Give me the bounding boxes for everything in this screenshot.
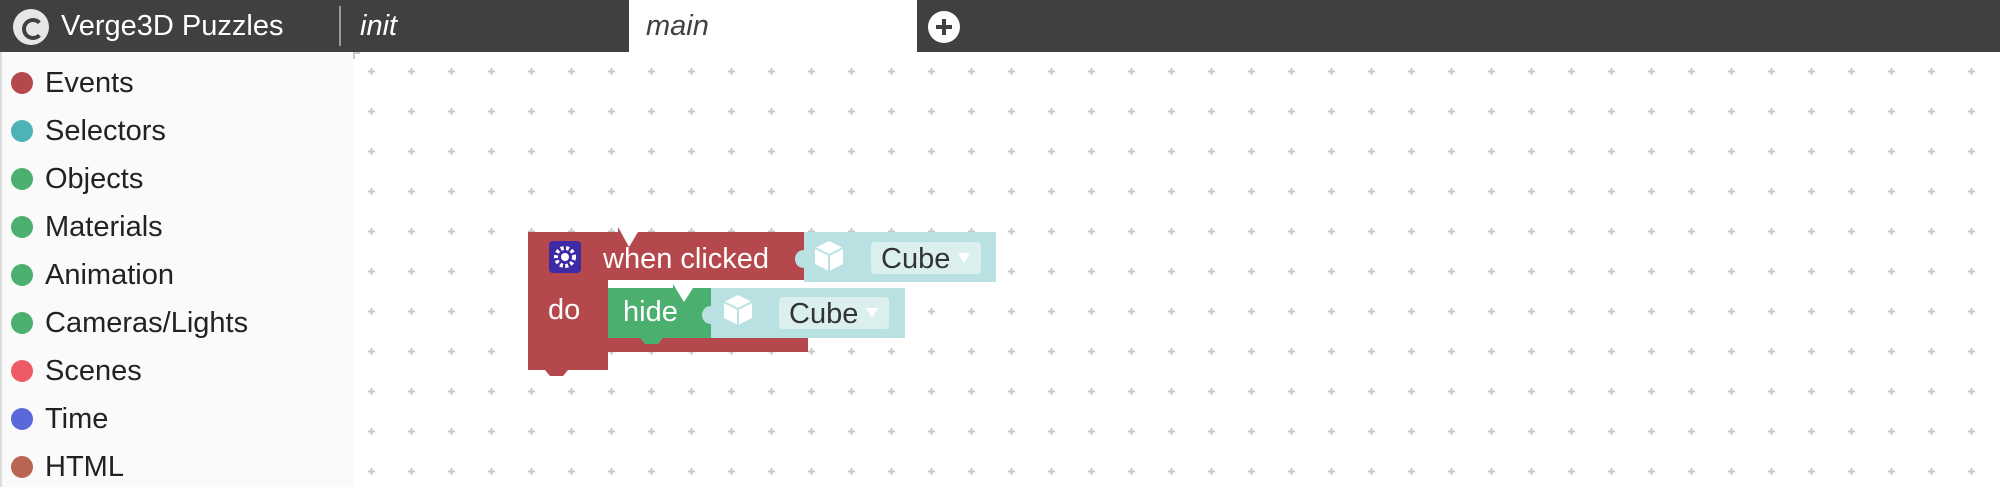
category-objects[interactable]: Objects <box>2 157 353 201</box>
category-color-dot <box>11 216 33 238</box>
category-label: Scenes <box>45 355 142 387</box>
when-clicked-label: when clicked <box>602 243 769 275</box>
blocks-layer: when clicked do Cube hide Cube <box>528 227 996 376</box>
category-label: Objects <box>45 163 144 195</box>
action-object-dropdown-value[interactable]: Cube <box>789 298 858 330</box>
category-color-dot <box>11 408 33 430</box>
category-label: Time <box>45 403 109 435</box>
action-object-selector[interactable]: Cube <box>702 288 905 338</box>
event-object-dropdown-value[interactable]: Cube <box>881 243 950 275</box>
hide-label: hide <box>623 296 678 328</box>
category-color-dot <box>11 264 33 286</box>
gear-icon[interactable] <box>549 241 581 273</box>
verge3d-logo-icon[interactable] <box>13 9 49 45</box>
app-title: Verge3D Puzzles <box>61 10 284 42</box>
category-color-dot <box>11 168 33 190</box>
add-tab-plus-icon[interactable] <box>928 11 960 43</box>
category-scenes[interactable]: Scenes <box>2 349 353 393</box>
category-html[interactable]: HTML <box>2 445 353 489</box>
tab-divider <box>339 6 341 46</box>
category-color-dot <box>11 312 33 334</box>
category-materials[interactable]: Materials <box>2 205 353 249</box>
event-object-selector[interactable]: Cube <box>795 232 996 282</box>
category-label: Cameras/Lights <box>45 307 249 339</box>
tab-init[interactable]: init <box>342 0 629 52</box>
category-cameras-lights[interactable]: Cameras/Lights <box>2 301 353 345</box>
category-label: Events <box>45 67 134 99</box>
category-color-dot <box>11 72 33 94</box>
category-color-dot <box>11 456 33 478</box>
top-bar: Verge3D Puzzles init main <box>0 0 2000 52</box>
category-time[interactable]: Time <box>2 397 353 441</box>
toolbox-sidebar: Events Selectors Objects Materials Anima… <box>0 52 353 487</box>
do-label: do <box>548 294 580 326</box>
puzzle-workspace[interactable]: when clicked do Cube hide Cube <box>353 52 2000 487</box>
category-animation[interactable]: Animation <box>2 253 353 297</box>
category-color-dot <box>11 360 33 382</box>
category-label: Materials <box>45 211 163 243</box>
category-label: Selectors <box>45 115 166 147</box>
category-selectors[interactable]: Selectors <box>2 109 353 153</box>
category-color-dot <box>11 120 33 142</box>
category-label: HTML <box>45 451 124 483</box>
tab-main[interactable]: main <box>629 0 917 52</box>
category-events[interactable]: Events <box>2 61 353 105</box>
category-label: Animation <box>45 259 174 291</box>
